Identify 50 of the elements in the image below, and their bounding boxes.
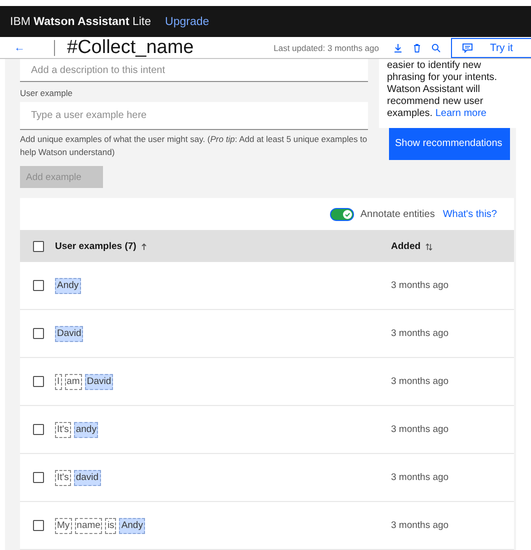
entity-token[interactable]: david — [74, 470, 101, 486]
row-checkbox[interactable] — [33, 328, 44, 339]
row-checkbox[interactable] — [33, 376, 44, 387]
chat-icon — [462, 42, 473, 52]
column-header[interactable]: User examples (7) — [55, 240, 136, 252]
row-checkbox[interactable] — [33, 472, 44, 483]
row-checkbox[interactable] — [33, 280, 44, 291]
back-button[interactable]: ← — [14, 42, 54, 54]
learn-more-link[interactable]: Learn more — [435, 108, 486, 119]
search-icon[interactable] — [431, 42, 441, 52]
date-cell: 3 months ago — [391, 472, 449, 483]
trash-icon[interactable] — [412, 42, 422, 52]
column-header[interactable]: Added — [391, 240, 421, 252]
row-checkbox[interactable] — [33, 424, 44, 435]
help-link[interactable]: What's this? — [442, 208, 497, 220]
try-it-button[interactable]: Try it — [451, 38, 531, 58]
toggle-switch[interactable] — [330, 208, 354, 220]
toggle-label: Annotate entities — [360, 208, 435, 220]
entity-token[interactable]: Andy — [119, 518, 145, 534]
date-cell: 3 months ago — [391, 280, 449, 291]
entity-token[interactable]: Andy — [55, 278, 81, 294]
sort-icon[interactable] — [424, 242, 433, 250]
download-icon[interactable] — [393, 42, 403, 52]
entity-token[interactable]: andy — [74, 422, 98, 438]
date-cell: 3 months ago — [391, 424, 449, 435]
word-token[interactable]: My — [55, 518, 72, 534]
date-cell: 3 months ago — [391, 520, 449, 531]
user-example-field[interactable]: Type a user example here — [20, 102, 368, 130]
product-name: IBM Watson Assistant Lite — [10, 16, 152, 28]
show-recommendations-button[interactable]: Show recommendations — [389, 128, 510, 160]
description-field[interactable]: Add a description to this intent — [20, 59, 368, 82]
row-checkbox[interactable] — [33, 520, 44, 531]
date-cell: 3 months ago — [391, 376, 449, 387]
word-token[interactable]: am — [64, 374, 82, 390]
word-token[interactable]: It's — [55, 422, 71, 438]
word-token[interactable]: is — [105, 518, 116, 534]
word-token[interactable]: It's — [55, 470, 71, 486]
entity-token[interactable]: David — [55, 326, 84, 342]
select-all-checkbox[interactable] — [33, 240, 44, 252]
field-label: User example — [20, 88, 74, 98]
entity-token[interactable]: David — [84, 374, 114, 390]
word-token[interactable]: name — [74, 518, 102, 534]
intent-title: #Collect_name — [67, 37, 194, 58]
last-updated-text: Last updated: 3 months ago — [274, 42, 379, 52]
upgrade-link[interactable]: Upgrade — [165, 16, 210, 28]
date-cell: 3 months ago — [391, 328, 449, 339]
recommendation-text: easier to identify new phrasing for your intents. Watson Assistant will recommend new user examples. Learn more — [387, 60, 498, 120]
sort-arrow-icon[interactable] — [140, 242, 148, 250]
word-token[interactable]: I — [55, 374, 62, 390]
help-text: Add unique examples of what the user might say. (Pro tip: Add at least 5 unique examples to help Watson understand) — [20, 133, 368, 159]
